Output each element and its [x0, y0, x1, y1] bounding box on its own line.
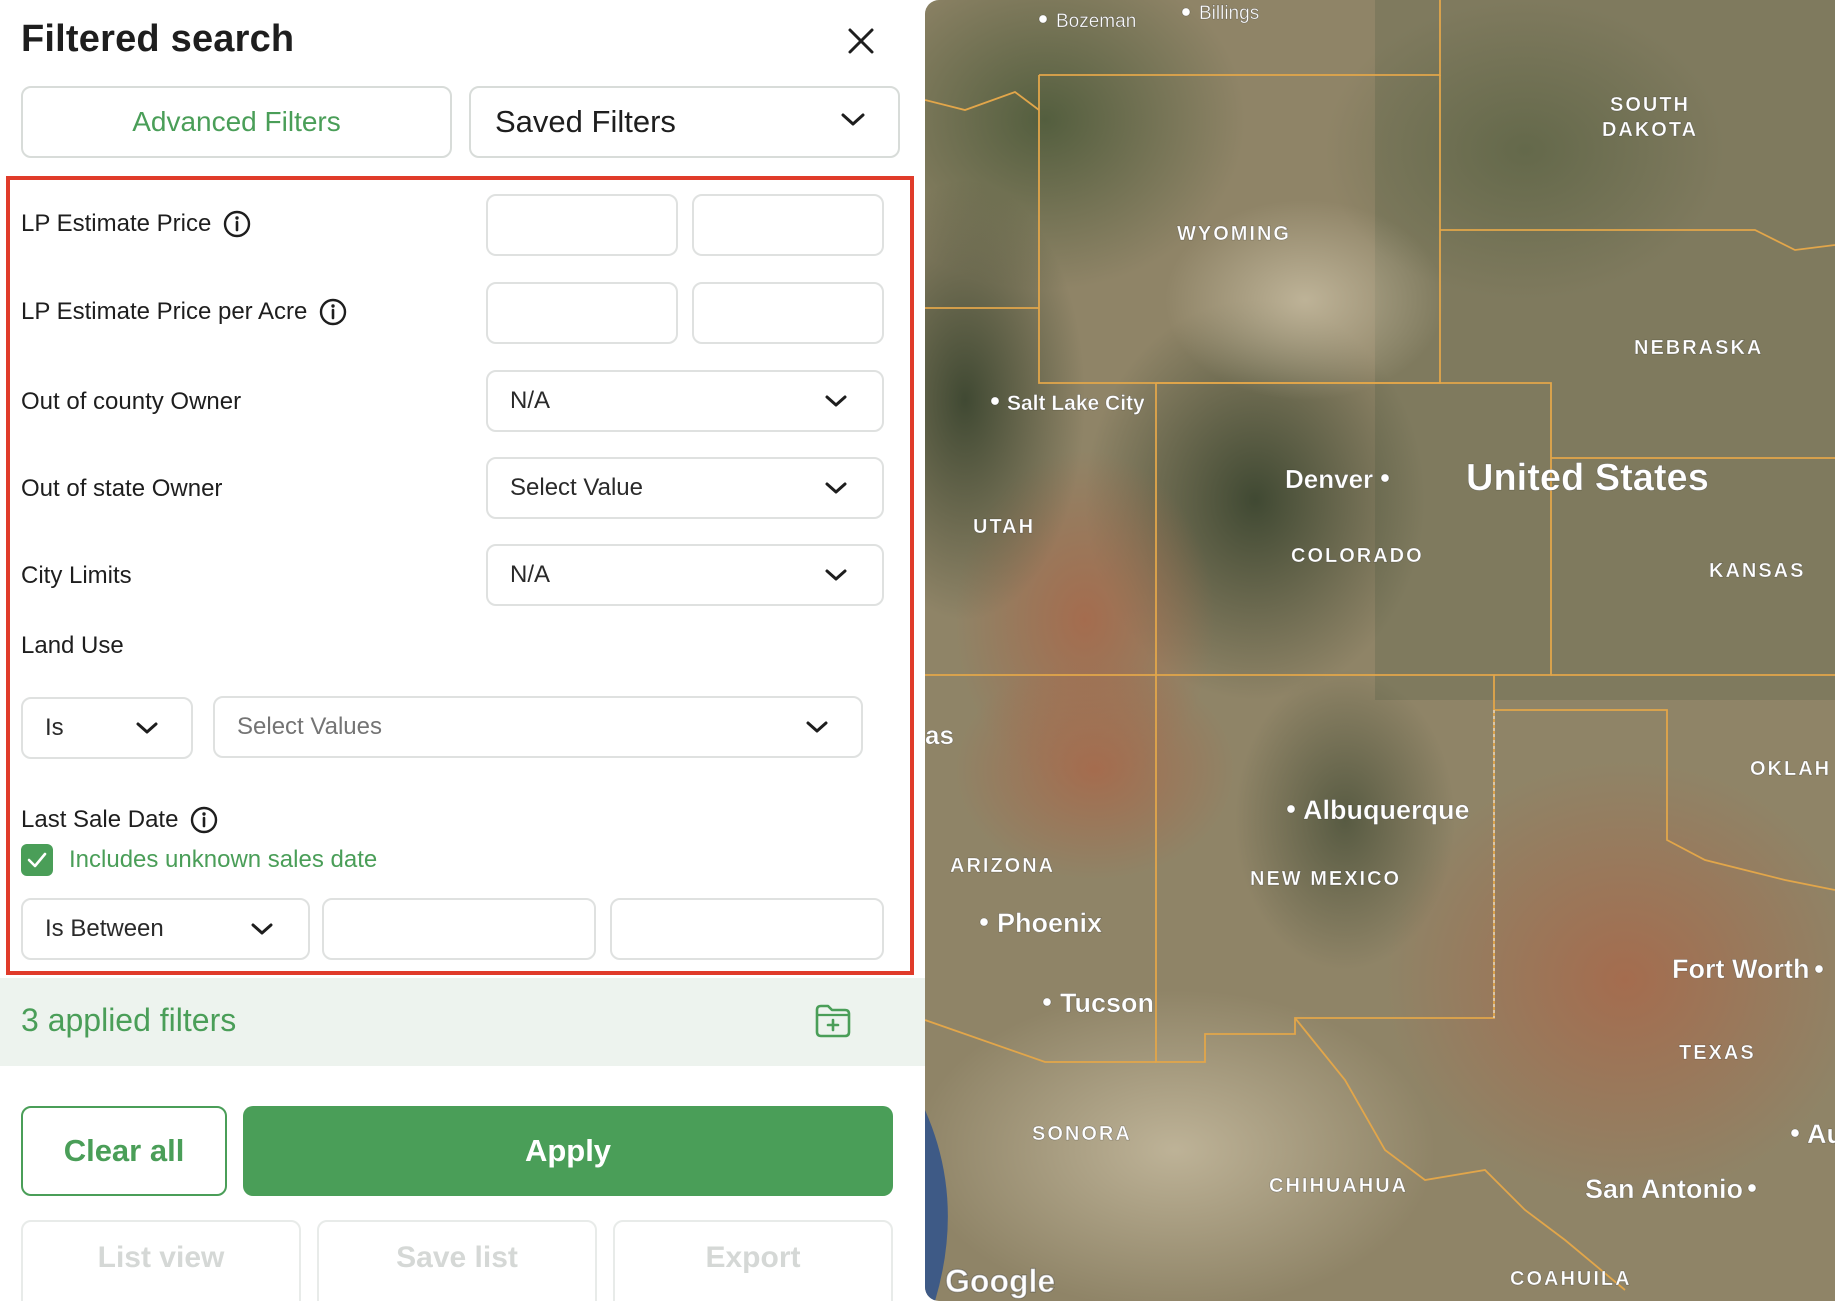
chihuahua-label: CHIHUAHUA	[1269, 1175, 1408, 1197]
land-use-values-select[interactable]: Select Values	[213, 696, 863, 758]
nebraska-label: NEBRASKA	[1634, 337, 1763, 359]
checkmark-icon	[27, 852, 47, 868]
austin-dot	[1790, 1128, 1800, 1138]
wyoming-label: WYOMING	[1177, 223, 1291, 245]
close-icon[interactable]	[842, 22, 880, 60]
satellite-map[interactable]: Bozeman Billings SOUTH DAKOTA WYOMING NE…	[925, 0, 1835, 1301]
last-sale-date-row: Last Sale Date	[21, 806, 218, 834]
united-states-label: United States	[1466, 457, 1709, 499]
info-icon[interactable]	[190, 806, 218, 834]
las-vegas-label: as	[925, 720, 954, 750]
page-title: Filtered search	[21, 18, 295, 60]
bozeman-dot	[1038, 14, 1048, 24]
san-antonio-dot	[1747, 1183, 1757, 1193]
phoenix-label: Phoenix	[997, 908, 1102, 938]
city-limits-select[interactable]: N/A	[486, 544, 884, 606]
export-button[interactable]: Export	[613, 1220, 893, 1301]
oklahoma-label: OKLAH	[1750, 758, 1831, 780]
out-of-state-owner-select[interactable]: Select Value	[486, 457, 884, 519]
unknown-sales-date-checkbox[interactable]	[21, 844, 53, 876]
clear-all-button[interactable]: Clear all	[21, 1106, 227, 1196]
lp-price-per-acre-min-input[interactable]	[486, 282, 678, 344]
utah-label: UTAH	[973, 516, 1035, 538]
south-dakota-label-1: SOUTH	[1610, 94, 1690, 116]
chevron-down-icon	[136, 722, 158, 734]
saved-filters-label: Saved Filters	[495, 104, 676, 139]
out-of-state-owner-value: Select Value	[510, 474, 643, 501]
chevron-down-icon	[825, 569, 847, 581]
lp-price-per-acre-label: LP Estimate Price per Acre	[21, 298, 308, 325]
list-view-button[interactable]: List view	[21, 1220, 301, 1301]
land-use-label: Land Use	[21, 632, 124, 659]
billings-dot	[1181, 7, 1191, 17]
chevron-down-icon	[841, 113, 865, 126]
arizona-label: ARIZONA	[950, 855, 1055, 877]
land-use-operator-select[interactable]: Is	[21, 697, 193, 759]
albuquerque-dot	[1286, 804, 1296, 814]
texas-label: TEXAS	[1679, 1042, 1756, 1064]
colorado-label: COLORADO	[1291, 545, 1424, 567]
land-use-values-placeholder: Select Values	[237, 713, 382, 740]
bozeman-label: Bozeman	[1056, 11, 1136, 32]
denver-dot	[1380, 473, 1390, 483]
lp-estimate-price-label: LP Estimate Price	[21, 210, 212, 237]
save-list-button[interactable]: Save list	[317, 1220, 597, 1301]
phoenix-dot	[979, 917, 989, 927]
filter-panel: Filtered search Advanced Filters Saved F…	[0, 0, 925, 1301]
last-sale-date-operator-value: Is Between	[45, 915, 164, 942]
last-sale-date-label: Last Sale Date	[21, 806, 179, 833]
chevron-down-icon	[806, 721, 828, 733]
chevron-down-icon	[825, 395, 847, 407]
fort-worth-dot	[1814, 964, 1824, 974]
out-of-county-owner-label: Out of county Owner	[21, 388, 242, 415]
south-dakota-label-2: DAKOTA	[1602, 119, 1698, 141]
city-limits-label: City Limits	[21, 562, 132, 589]
city-limits-value: N/A	[510, 561, 551, 588]
albuquerque-label: Albuquerque	[1303, 795, 1470, 825]
last-sale-date-end-input[interactable]	[610, 898, 884, 960]
san-antonio-label: San Antonio	[1585, 1174, 1743, 1204]
out-of-county-owner-value: N/A	[510, 387, 551, 414]
fort-worth-label: Fort Worth	[1672, 954, 1809, 984]
land-use-operator-value: Is	[45, 714, 64, 741]
tab-advanced-filters[interactable]: Advanced Filters	[21, 86, 452, 158]
unknown-sales-date-label[interactable]: Includes unknown sales date	[69, 846, 377, 874]
coahuila-label: COAHUILA	[1510, 1268, 1632, 1290]
last-sale-date-operator-select[interactable]: Is Between	[21, 898, 310, 960]
lp-price-per-acre-max-input[interactable]	[692, 282, 884, 344]
lp-estimate-price-row: LP Estimate Price	[21, 210, 251, 238]
sonora-label: SONORA	[1032, 1123, 1132, 1145]
chevron-down-icon	[251, 923, 273, 935]
out-of-state-owner-label: Out of state Owner	[21, 475, 223, 502]
out-of-county-owner-select[interactable]: N/A	[486, 370, 884, 432]
apply-button[interactable]: Apply	[243, 1106, 893, 1196]
saved-filters-dropdown[interactable]: Saved Filters	[469, 86, 900, 158]
kansas-label: KANSAS	[1709, 560, 1805, 582]
tucson-dot	[1042, 997, 1052, 1007]
info-icon[interactable]	[319, 298, 347, 326]
salt-lake-city-label: Salt Lake City	[1007, 392, 1145, 415]
denver-label: Denver	[1285, 464, 1373, 494]
lp-price-max-input[interactable]	[692, 194, 884, 256]
billings-label: Billings	[1199, 3, 1259, 24]
lp-price-per-acre-row: LP Estimate Price per Acre	[21, 298, 347, 326]
applied-filters-count: 3 applied filters	[21, 1002, 237, 1038]
folder-add-icon[interactable]	[812, 998, 854, 1040]
austin-label: Au	[1807, 1119, 1835, 1149]
lp-price-min-input[interactable]	[486, 194, 678, 256]
salt-lake-city-dot	[990, 396, 1000, 406]
chevron-down-icon	[825, 482, 847, 494]
last-sale-date-start-input[interactable]	[322, 898, 596, 960]
google-logo: Google	[945, 1263, 1055, 1299]
tucson-label: Tucson	[1060, 988, 1154, 1018]
new-mexico-label: NEW MEXICO	[1250, 868, 1401, 890]
info-icon[interactable]	[223, 210, 251, 238]
